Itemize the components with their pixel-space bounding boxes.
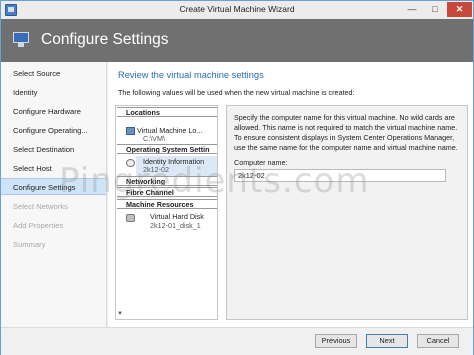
- computer-name-description: Specify the computer name for this virtu…: [234, 113, 458, 152]
- wizard-footer: Previous Next Cancel: [1, 327, 473, 355]
- tree-item-vm-location-value: C:\VM\: [143, 134, 165, 143]
- tree-item-disk-value: 2k12-01_disk_1: [150, 221, 201, 230]
- intro-text: The following values will be used when t…: [118, 88, 355, 97]
- hard-disk-icon: [126, 214, 135, 222]
- settings-panel: ▲ Locations Virtual Machine Lo... C:\VM\…: [115, 105, 468, 320]
- next-button[interactable]: Next: [366, 334, 408, 348]
- nav-item-summary: Summary: [13, 240, 46, 249]
- nav-item-add-properties: Add Properties: [13, 221, 64, 230]
- group-os-settings[interactable]: Operating System Settin: [117, 144, 217, 154]
- scroll-down-icon[interactable]: ▼: [117, 310, 123, 318]
- nav-item-configure-operating[interactable]: Configure Operating...: [1, 122, 107, 139]
- group-locations[interactable]: Locations: [117, 107, 217, 117]
- watermark: Pingredients.com: [59, 161, 370, 201]
- previous-button[interactable]: Previous: [315, 334, 357, 348]
- nav-item-identity[interactable]: Identity: [1, 84, 107, 101]
- section-heading: Review the virtual machine settings: [118, 70, 264, 80]
- detail-pane: Specify the computer name for this virtu…: [226, 105, 468, 320]
- settings-tree[interactable]: ▲ Locations Virtual Machine Lo... C:\VM\…: [115, 105, 218, 320]
- tree-item-virtual-hard-disk[interactable]: Virtual Hard Disk: [150, 212, 217, 221]
- title-bar: Create Virtual Machine Wizard — □ ✕: [1, 1, 473, 19]
- nav-item-select-destination[interactable]: Select Destination: [1, 141, 107, 158]
- monitor-icon: [13, 32, 29, 48]
- cancel-button[interactable]: Cancel: [417, 334, 459, 348]
- page-title: Configure Settings: [41, 31, 169, 48]
- minimize-button[interactable]: —: [401, 2, 423, 17]
- virtual-machine-icon: [126, 127, 135, 135]
- maximize-button[interactable]: □: [424, 2, 446, 17]
- wizard-banner: Configure Settings: [1, 19, 473, 62]
- wizard-window: Create Virtual Machine Wizard — □ ✕ Conf…: [0, 0, 474, 355]
- nav-item-select-source[interactable]: Select Source: [1, 65, 107, 82]
- nav-item-configure-hardware[interactable]: Configure Hardware: [1, 103, 107, 120]
- close-button[interactable]: ✕: [447, 2, 472, 17]
